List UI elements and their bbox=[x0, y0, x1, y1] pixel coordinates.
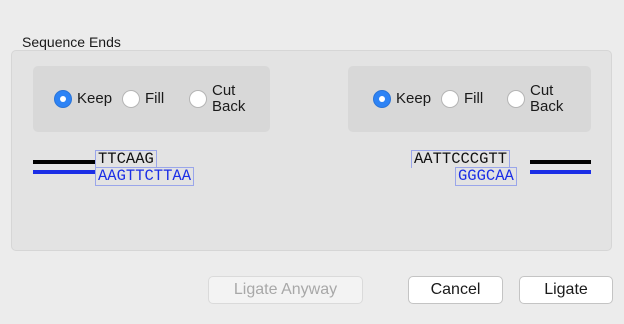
right-fill-label: Fill bbox=[464, 90, 484, 107]
left-keep-radio[interactable]: Keep bbox=[54, 90, 112, 108]
left-bottom-strand-line bbox=[33, 170, 95, 174]
left-bottom-strand: AAGTTCTTAA bbox=[95, 167, 195, 186]
right-top-strand-line bbox=[530, 160, 591, 164]
cancel-button[interactable]: Cancel bbox=[408, 276, 503, 304]
right-top-strand: AATTCCCGTT bbox=[411, 150, 511, 168]
right-cutback-label: Cut Back bbox=[530, 82, 564, 115]
radio-unselected-icon bbox=[122, 90, 140, 108]
right-bottom-strand-line bbox=[530, 170, 591, 174]
ligate-button[interactable]: Ligate bbox=[519, 276, 613, 304]
radio-unselected-icon bbox=[507, 90, 525, 108]
radio-selected-icon bbox=[373, 90, 391, 108]
ligate-anyway-button[interactable]: Ligate Anyway bbox=[208, 276, 363, 304]
left-top-strand: TTCAAG bbox=[95, 150, 157, 168]
radio-unselected-icon bbox=[441, 90, 459, 108]
right-fill-radio[interactable]: Fill bbox=[441, 90, 483, 108]
left-cutback-radio[interactable]: Cut Back bbox=[189, 83, 245, 115]
right-keep-radio[interactable]: Keep bbox=[373, 90, 431, 108]
right-cutback-radio[interactable]: Cut Back bbox=[507, 83, 563, 115]
radio-selected-icon bbox=[54, 90, 72, 108]
left-keep-label: Keep bbox=[77, 90, 113, 107]
radio-unselected-icon bbox=[189, 90, 207, 108]
right-keep-label: Keep bbox=[396, 90, 432, 107]
left-cutback-label: Cut Back bbox=[212, 82, 246, 115]
right-bottom-strand: GGGCAA bbox=[455, 167, 517, 186]
left-fill-label: Fill bbox=[145, 90, 165, 107]
left-top-strand-line bbox=[33, 160, 95, 164]
left-fill-radio[interactable]: Fill bbox=[122, 90, 164, 108]
section-title: Sequence Ends bbox=[22, 34, 121, 50]
